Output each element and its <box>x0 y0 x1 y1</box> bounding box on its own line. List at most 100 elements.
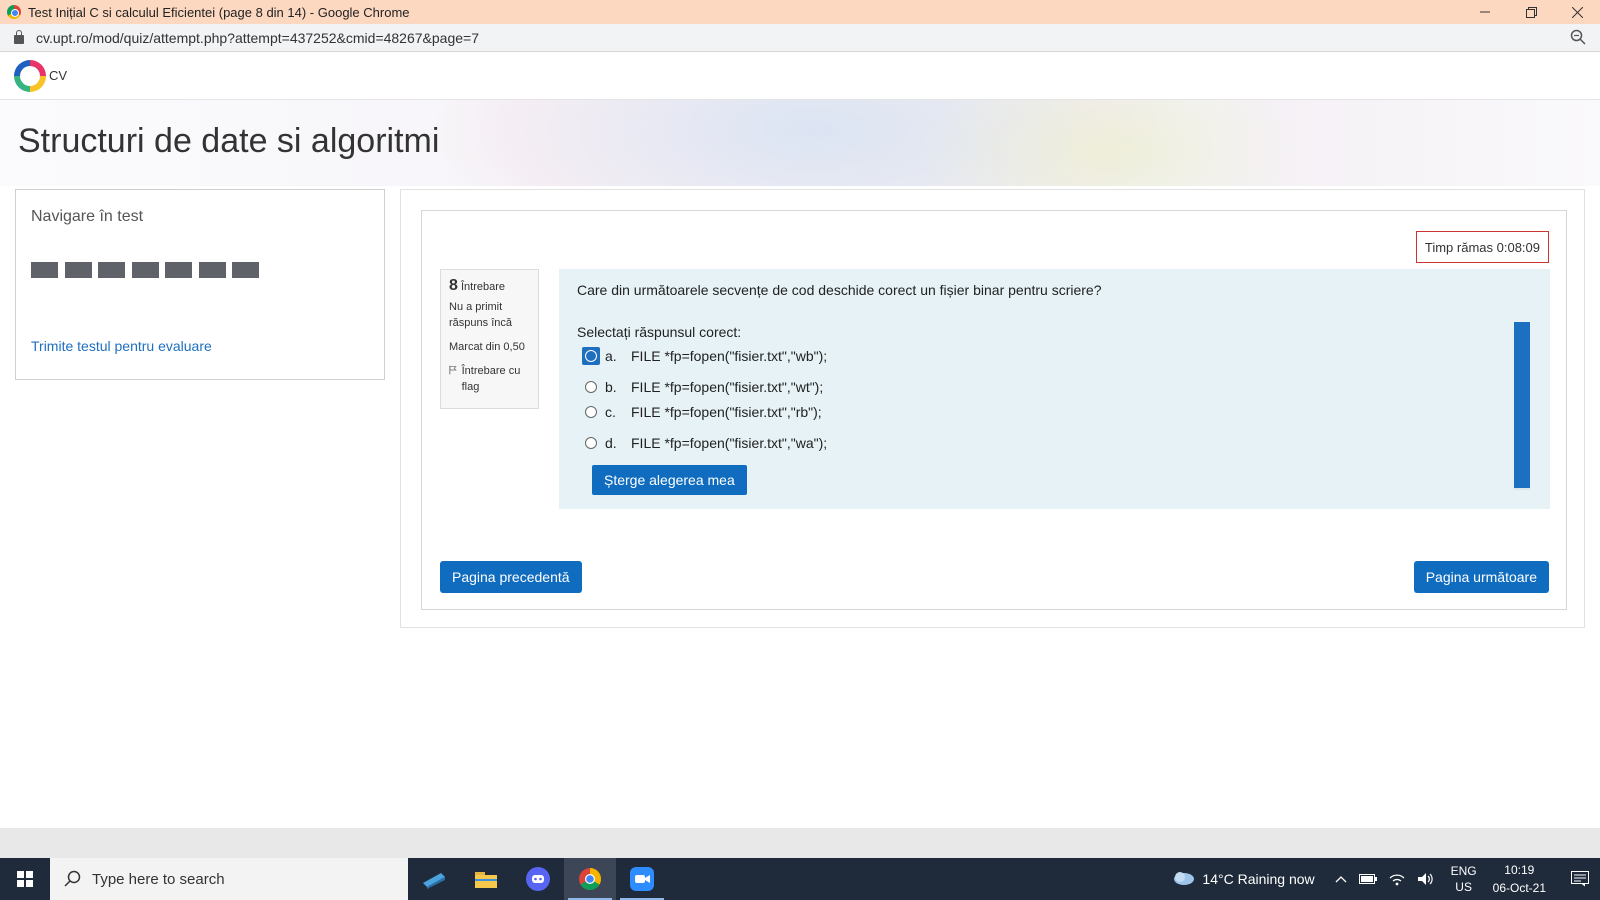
quiz-question-button[interactable] <box>198 242 226 278</box>
quiz-question-button[interactable] <box>165 242 192 278</box>
search-icon <box>64 870 81 887</box>
quiz-question-button[interactable] <box>131 283 159 319</box>
notification-center-button[interactable] <box>1560 871 1600 887</box>
clock-time: 10:19 <box>1504 863 1535 877</box>
weather-text[interactable]: 14°C Raining now <box>1202 871 1314 887</box>
answer-option-a[interactable]: a. FILE *fp=fopen("fisier.txt","wb"); <box>577 345 827 367</box>
wifi-icon <box>1389 874 1405 886</box>
chevron-up-icon <box>1335 876 1347 883</box>
quiz-navigation-title: Navigare în test <box>31 208 144 225</box>
quiz-card: Timp rămas 0:08:09 8 Întrebare Nu a prim… <box>421 210 1567 610</box>
quiz-question-button[interactable] <box>31 242 58 278</box>
flag-question-toggle[interactable]: Întrebare cu flag <box>449 363 530 395</box>
input-language[interactable]: ENG US <box>1451 863 1477 895</box>
quiz-question-button[interactable] <box>299 242 326 278</box>
answer-text[interactable]: FILE *fp=fopen("fisier.txt","wt"); <box>631 379 823 395</box>
speaker-icon <box>1417 873 1433 885</box>
window-titlebar: Test Inițial C si calculul Eficientei (p… <box>0 0 1600 24</box>
taskbar-search[interactable]: Type here to search <box>50 858 408 900</box>
answered-indicator <box>31 262 58 278</box>
cloud-rain-icon <box>1174 872 1195 885</box>
question-scrollbar[interactable] <box>1514 322 1530 490</box>
question-number-label: Întrebare <box>460 281 505 293</box>
answer-radio-c[interactable] <box>585 406 597 418</box>
quiz-question-button[interactable] <box>131 242 159 278</box>
desktop-app-icon <box>423 873 445 889</box>
chrome-icon <box>579 868 601 890</box>
answer-text[interactable]: FILE *fp=fopen("fisier.txt","wa"); <box>631 435 827 451</box>
site-logo-icon[interactable] <box>14 59 46 92</box>
question-number: 8 <box>449 277 458 294</box>
search-placeholder: Type here to search <box>92 870 225 888</box>
main-region: Timp rămas 0:08:09 8 Întrebare Nu a prim… <box>400 189 1585 628</box>
answer-option-b[interactable]: b. FILE *fp=fopen("fisier.txt","wt"); <box>577 376 823 398</box>
answered-indicator <box>198 262 226 278</box>
restore-button[interactable] <box>1508 0 1554 24</box>
banner-decoration <box>900 100 1320 186</box>
close-button[interactable] <box>1554 0 1600 24</box>
volume-control[interactable] <box>1417 872 1435 886</box>
answered-indicator <box>98 262 125 278</box>
taskbar-app-zoom[interactable] <box>616 858 668 900</box>
quiz-question-button[interactable] <box>64 242 92 278</box>
answered-indicator <box>64 262 92 278</box>
quiz-question-button[interactable] <box>332 242 360 278</box>
taskbar-app-chrome[interactable] <box>564 858 616 900</box>
quiz-question-button[interactable] <box>64 283 92 319</box>
answer-radio-a[interactable] <box>582 347 600 365</box>
next-page-button[interactable]: Pagina următoare <box>1413 561 1549 593</box>
taskbar-app-desktop[interactable] <box>408 858 460 900</box>
answer-option-c[interactable]: c. FILE *fp=fopen("fisier.txt","rb"); <box>577 401 822 423</box>
zoom-icon[interactable] <box>1570 29 1586 45</box>
question-content: Care din următoarele secvențe de cod des… <box>559 269 1550 509</box>
network-status[interactable] <box>1389 872 1405 886</box>
timer-badge: Timp rămas 0:08:09 <box>1415 231 1549 263</box>
chrome-icon <box>7 5 21 19</box>
answer-text[interactable]: FILE *fp=fopen("fisier.txt","wb"); <box>631 348 827 364</box>
minimize-icon <box>1480 11 1490 13</box>
scrollbar-thumb[interactable] <box>1514 322 1530 488</box>
answer-text[interactable]: FILE *fp=fopen("fisier.txt","rb"); <box>631 404 822 420</box>
site-name[interactable]: CV <box>49 68 67 83</box>
finish-attempt-link[interactable]: Trimite testul pentru evaluare <box>31 338 212 354</box>
quiz-question-button[interactable] <box>232 242 259 278</box>
answered-indicator <box>232 262 259 278</box>
quiz-question-button[interactable] <box>31 283 58 319</box>
answer-prompt: Selectați răspunsul corect: <box>577 324 742 340</box>
answer-option-d[interactable]: d. FILE *fp=fopen("fisier.txt","wa"); <box>577 432 827 454</box>
taskbar-app-file-explorer[interactable] <box>460 858 512 900</box>
quiz-question-button[interactable] <box>98 283 125 319</box>
minimize-button[interactable] <box>1462 0 1508 24</box>
taskbar-clock[interactable]: 10:19 06-Oct-21 <box>1493 861 1546 897</box>
region-code: US <box>1455 880 1472 894</box>
answer-radio-d[interactable] <box>585 437 597 449</box>
question-info: 8 Întrebare Nu a primit răspuns încă Mar… <box>440 269 539 409</box>
site-header: CV <box>0 52 1600 100</box>
language-code: ENG <box>1450 864 1477 878</box>
answer-radio-b[interactable] <box>585 381 597 393</box>
notification-icon <box>1571 871 1589 887</box>
url-text[interactable]: cv.upt.ro/mod/quiz/attempt.php?attempt=4… <box>36 30 479 46</box>
previous-page-button[interactable]: Pagina precedentă <box>440 561 582 593</box>
quiz-question-button[interactable] <box>98 242 125 278</box>
start-button[interactable] <box>0 858 50 900</box>
lock-icon[interactable] <box>14 30 24 44</box>
answered-indicator <box>165 262 192 278</box>
flag-icon <box>449 365 457 375</box>
restore-icon <box>1525 6 1537 18</box>
weather-widget[interactable] <box>1172 870 1196 888</box>
flag-label: Întrebare cu flag <box>461 365 521 393</box>
clock-date: 06-Oct-21 <box>1492 881 1546 895</box>
show-hidden-icons[interactable] <box>1335 875 1347 883</box>
windows-icon <box>17 871 33 887</box>
quiz-navigation-block: Navigare în test Trimite testul pentru e… <box>15 189 385 380</box>
question-text: Care din următoarele secvențe de cod des… <box>577 282 1102 298</box>
battery-status[interactable] <box>1358 874 1377 884</box>
answer-letter: b. <box>605 379 617 395</box>
quiz-question-button[interactable] <box>265 242 293 278</box>
taskbar-app-discord[interactable] <box>512 858 564 900</box>
question-state: Nu a primit răspuns încă <box>449 301 512 329</box>
clear-choice-button[interactable]: Șterge alegerea mea <box>592 465 747 495</box>
address-bar[interactable]: cv.upt.ro/mod/quiz/attempt.php?attempt=4… <box>0 24 1600 52</box>
window-title: Test Inițial C si calculul Eficientei (p… <box>28 4 410 20</box>
